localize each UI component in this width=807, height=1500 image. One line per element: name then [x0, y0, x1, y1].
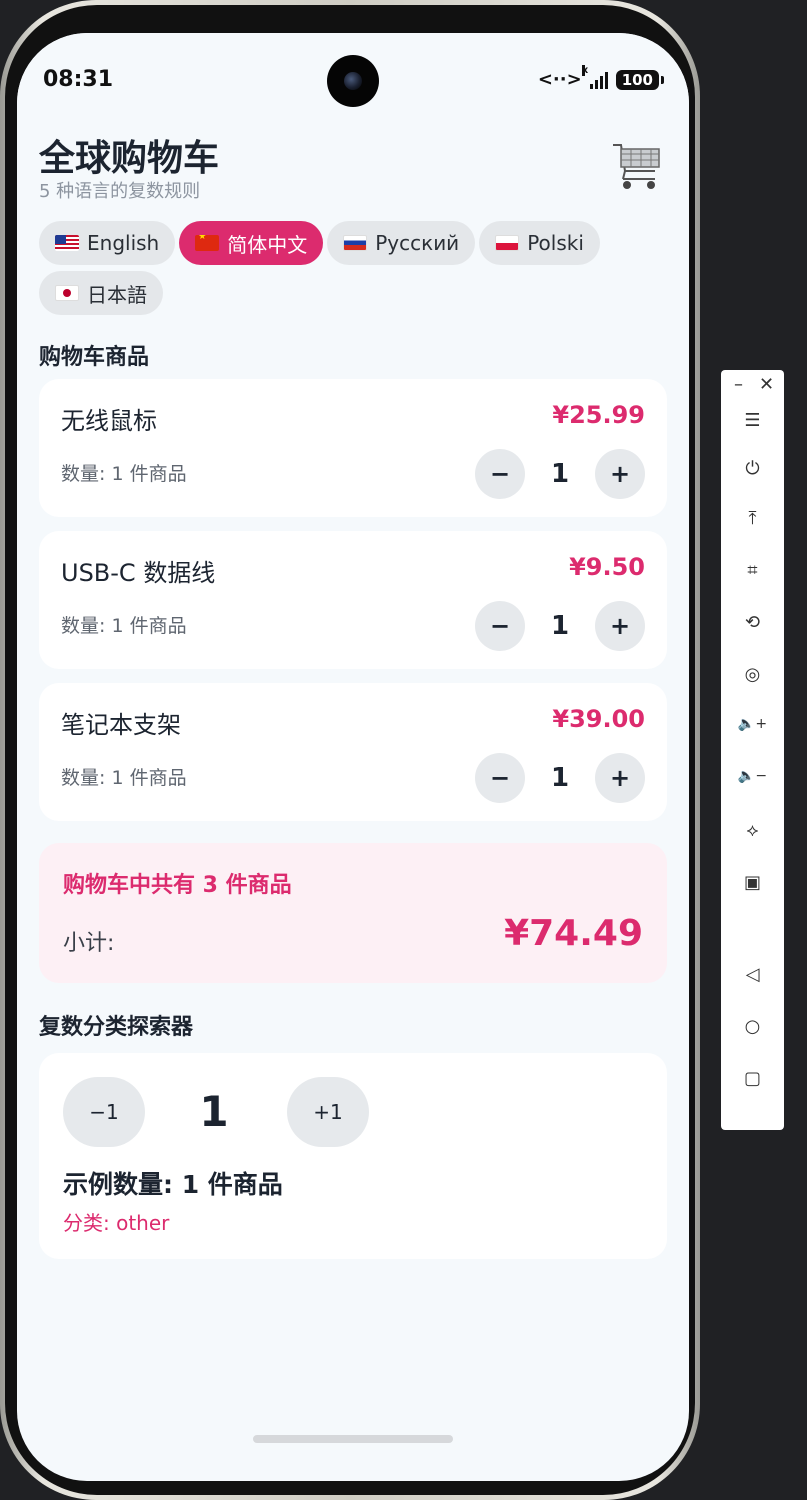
quantity-value: 1 [550, 459, 570, 489]
item-name: 无线鼠标 [61, 407, 157, 435]
increment-button[interactable]: +1 [287, 1077, 369, 1147]
language-chip-chinese[interactable]: 简体中文 [179, 221, 324, 265]
cellular-signal-icon: x [581, 64, 608, 89]
item-quantity-label: 数量: 1 件商品 [61, 463, 187, 485]
language-label: 简体中文 [227, 232, 308, 257]
no-signal-mark: x [581, 64, 589, 76]
explorer-section-title: 复数分类探索器 [39, 1015, 194, 1040]
us-flag-icon [55, 235, 79, 251]
increase-button[interactable]: + [595, 449, 645, 499]
language-chip-polish[interactable]: Polski [479, 221, 600, 265]
network-activity-icon: <··> [537, 69, 582, 90]
shopping-cart-icon[interactable] [611, 141, 663, 191]
quantity-stepper: − 1 + [475, 449, 645, 499]
item-price: ¥39.00 [552, 705, 645, 733]
home-indicator[interactable] [253, 1435, 453, 1443]
quantity-value: 1 [550, 611, 570, 641]
item-quantity-label: 数量: 1 件商品 [61, 615, 187, 637]
quantity-stepper: − 1 + [475, 753, 645, 803]
crop-icon[interactable]: ⌗ [721, 560, 784, 581]
overview-icon[interactable]: ▢ [721, 1068, 784, 1089]
item-price: ¥25.99 [552, 401, 645, 429]
language-chip-japanese[interactable]: 日本語 [39, 271, 163, 315]
volume-up-icon[interactable]: 🔈+ [721, 716, 784, 732]
russia-flag-icon [343, 235, 368, 251]
japan-flag-icon [55, 285, 79, 301]
explorer-count: 1 [199, 1087, 229, 1136]
plural-explorer-card: −1 1 +1 示例数量: 1 件商品 分类: other [39, 1053, 667, 1259]
decrease-button[interactable]: − [475, 449, 525, 499]
item-name: USB-C 数据线 [61, 559, 216, 587]
status-time: 08:31 [43, 67, 114, 92]
status-icons: <··> x 100 [537, 64, 665, 90]
china-flag-icon [195, 235, 220, 251]
language-selector: English 简体中文 Русский Polski 日本語 [39, 221, 669, 315]
page-title: 全球购物车 [39, 138, 220, 179]
item-quantity-label: 数量: 1 件商品 [61, 767, 187, 789]
poland-flag-icon [495, 235, 520, 251]
increase-button[interactable]: + [595, 753, 645, 803]
emulator-toolbar: – ✕ ☰ ⏻ ⤒ ⌗ ⟲ ◎ 🔈+ 🔈− ⟡ ▣ ◁ ○ ▢ [721, 370, 784, 1130]
cart-item-card: 笔记本支架 ¥39.00 数量: 1 件商品 − 1 + [39, 683, 667, 821]
cart-item-count: 购物车中共有 3 件商品 [63, 873, 292, 898]
close-icon[interactable]: ✕ [735, 374, 798, 395]
decrement-button[interactable]: −1 [63, 1077, 145, 1147]
decrease-button[interactable]: − [475, 601, 525, 651]
screenshot-icon[interactable]: ◎ [721, 664, 784, 685]
menu-icon[interactable]: ☰ [721, 410, 784, 431]
item-price: ¥9.50 [569, 553, 645, 581]
plural-category-text: 分类: other [63, 1211, 170, 1235]
item-name: 笔记本支架 [61, 711, 181, 739]
back-icon[interactable]: ◁ [721, 964, 784, 985]
language-label: 日本語 [87, 282, 147, 307]
volume-down-icon[interactable]: 🔈− [721, 768, 784, 784]
vibrate-icon[interactable]: ⟡ [721, 820, 784, 841]
upload-icon[interactable]: ⤒ [721, 508, 784, 529]
devices-icon[interactable]: ▣ [721, 872, 784, 893]
decrease-button[interactable]: − [475, 753, 525, 803]
increase-button[interactable]: + [595, 601, 645, 651]
home-icon[interactable]: ○ [721, 1016, 784, 1037]
status-bar: 08:31 <··> x 100 [17, 33, 689, 107]
cart-summary: 购物车中共有 3 件商品 小计: ¥74.49 [39, 843, 667, 983]
quantity-value: 1 [550, 763, 570, 793]
front-camera-icon [327, 55, 379, 107]
cart-item-card: USB-C 数据线 ¥9.50 数量: 1 件商品 − 1 + [39, 531, 667, 669]
subtotal-label: 小计: [63, 931, 115, 956]
cart-section-title: 购物车商品 [39, 345, 150, 370]
language-chip-russian[interactable]: Русский [327, 221, 476, 265]
language-label: English [87, 231, 160, 255]
app-screen: 08:31 <··> x 100 全球购物车 5 种语言的复数规则 Englis… [17, 33, 689, 1481]
language-label: Polski [527, 231, 584, 255]
power-icon[interactable]: ⏻ [721, 458, 784, 479]
page-subtitle: 5 种语言的复数规则 [39, 181, 201, 202]
subtotal-value: ¥74.49 [504, 913, 643, 954]
quantity-stepper: − 1 + [475, 601, 645, 651]
example-quantity-text: 示例数量: 1 件商品 [63, 1170, 283, 1199]
battery-icon: 100 [615, 69, 665, 90]
phone-bezel: 08:31 <··> x 100 全球购物车 5 种语言的复数规则 Englis… [5, 5, 695, 1495]
language-chip-english[interactable]: English [39, 221, 176, 265]
phone-frame: 08:31 <··> x 100 全球购物车 5 种语言的复数规则 Englis… [0, 0, 700, 1500]
cart-item-card: 无线鼠标 ¥25.99 数量: 1 件商品 − 1 + [39, 379, 667, 517]
rotate-icon[interactable]: ⟲ [721, 612, 784, 633]
language-label: Русский [375, 231, 460, 255]
